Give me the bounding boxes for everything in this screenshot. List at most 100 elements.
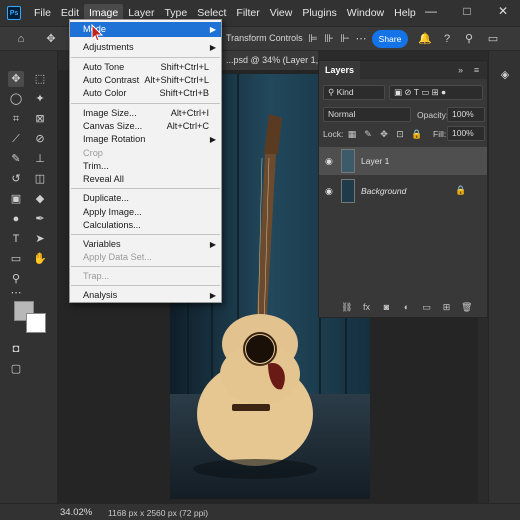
menu-separator — [71, 57, 220, 58]
filter-kind-value: Kind — [336, 87, 354, 97]
shape-icon[interactable]: ▭ — [8, 251, 24, 267]
menu-file[interactable]: File — [29, 4, 56, 22]
menu-item-calculations[interactable]: Calculations... — [70, 219, 221, 232]
magic-wand-icon[interactable]: ✦ — [32, 91, 48, 107]
lock-transparent-icon[interactable]: ▦ — [347, 129, 357, 139]
lock-position-icon[interactable]: ✥ — [379, 129, 389, 139]
collapse-icon[interactable]: » — [455, 65, 466, 76]
crop-icon[interactable]: ⌗ — [8, 111, 24, 127]
menu-separator — [71, 266, 220, 267]
menu-filter[interactable]: Filter — [231, 4, 264, 22]
menu-item-variables[interactable]: Variables ▶ — [70, 238, 221, 251]
zoom-level[interactable]: 34.02% — [60, 507, 92, 518]
filter-kind-select[interactable]: ⚲ Kind — [323, 85, 385, 100]
lock-artboard-icon[interactable]: ⊡ — [395, 129, 405, 139]
visibility-eye-icon[interactable]: ◉ — [325, 186, 335, 196]
menu-view[interactable]: View — [265, 4, 298, 22]
layers-panel-icon[interactable]: ◈ — [497, 67, 513, 83]
menu-window[interactable]: Window — [342, 4, 389, 22]
history-brush-icon[interactable]: ↺ — [8, 171, 24, 187]
screen-mode-icon[interactable]: ▢ — [8, 361, 24, 377]
layer-row-layer-1[interactable]: ◉ Layer 1 — [319, 147, 487, 175]
link-layers-icon[interactable]: ⛓ — [341, 302, 352, 313]
eyedropper-icon[interactable]: ⟋ — [8, 131, 24, 147]
menu-item-apply-data-set: Apply Data Set... — [83, 252, 152, 262]
menu-item-reveal-all[interactable]: Reveal All — [70, 173, 221, 186]
menu-item-duplicate[interactable]: Duplicate... — [70, 192, 221, 205]
background-color-swatch[interactable] — [26, 313, 46, 333]
brush-icon[interactable]: ✎ — [8, 151, 24, 167]
bell-icon[interactable]: 🔔 — [418, 32, 432, 46]
home-icon[interactable]: ⌂ — [14, 32, 28, 46]
healing-brush-icon[interactable]: ⊘ — [32, 131, 48, 147]
eraser-icon[interactable]: ◫ — [32, 171, 48, 187]
filter-buttons[interactable]: ▣ ⊘ T ▭ ⊞ ● — [389, 85, 483, 100]
lasso-icon[interactable]: ◯ — [8, 91, 24, 107]
distribute-icon[interactable]: ⋯ — [354, 32, 368, 46]
menu-separator — [71, 103, 220, 104]
move-tool-icon[interactable]: ✥ — [44, 32, 58, 46]
workspace-icon[interactable]: ▭ — [486, 32, 500, 46]
quick-mask-icon[interactable]: ◘ — [8, 341, 24, 357]
layers-tab[interactable]: Layers — [319, 61, 361, 79]
new-group-icon[interactable]: ▭ — [421, 302, 432, 313]
menu-item-auto-tone[interactable]: Auto Tone Shift+Ctrl+L — [70, 61, 221, 74]
lock-all-icon[interactable]: 🔒 — [411, 129, 422, 139]
menu-item-auto-contrast[interactable]: Auto Contrast Alt+Shift+Ctrl+L — [70, 74, 221, 87]
layers-panel: Layers » ≡ ⚲ Kind ▣ ⊘ T ▭ ⊞ ● Normal Opa… — [318, 60, 488, 318]
menu-item-canvas-size[interactable]: Canvas Size... Alt+Ctrl+C — [70, 120, 221, 133]
panel-menu-icon[interactable]: ≡ — [471, 65, 482, 76]
layer-thumbnail — [341, 149, 355, 173]
pen-icon[interactable]: ✒ — [32, 211, 48, 227]
menu-item-crop: Crop — [83, 148, 103, 158]
maximize-button[interactable]: □ — [450, 0, 484, 22]
transform-controls-label[interactable]: Transform Controls — [226, 33, 303, 43]
layer-name[interactable]: Layer 1 — [361, 156, 389, 166]
dodge-icon[interactable]: ● — [8, 211, 24, 227]
filter-icon: ⚲ — [328, 87, 337, 97]
image-menu-dropdown: Mode▶ Adjustments▶ Auto ToneShift+Ctrl+L… — [69, 19, 222, 303]
new-layer-icon[interactable]: ⊞ — [441, 302, 452, 313]
opacity-input[interactable]: 100% — [447, 107, 485, 122]
align-right-icon[interactable]: ⊩ — [338, 32, 352, 46]
align-center-icon[interactable]: ⊪ — [322, 32, 336, 46]
fx-icon[interactable]: fx — [361, 302, 372, 313]
blend-mode-select[interactable]: Normal — [323, 107, 411, 122]
menu-plugins[interactable]: Plugins — [297, 4, 341, 22]
gradient-icon[interactable]: ▣ — [8, 191, 24, 207]
lock-image-icon[interactable]: ✎ — [363, 129, 373, 139]
blur-icon[interactable]: ◆ — [32, 191, 48, 207]
layer-row-background[interactable]: ◉ Background 🔒 — [319, 177, 487, 205]
menu-item-analysis[interactable]: Analysis ▶ — [70, 289, 221, 302]
trash-icon[interactable]: 🗑 — [461, 302, 472, 313]
visibility-eye-icon[interactable]: ◉ — [325, 156, 335, 166]
type-icon[interactable]: T — [8, 231, 24, 247]
menu-item-image-rotation[interactable]: Image Rotation ▶ — [70, 133, 221, 146]
share-button[interactable]: Share — [372, 30, 408, 48]
frame-icon[interactable]: ⊠ — [32, 111, 48, 127]
help-icon[interactable]: ? — [440, 32, 454, 46]
mouse-pointer-icon — [91, 24, 104, 42]
menu-item-auto-color[interactable]: Auto Color Shift+Ctrl+B — [70, 87, 221, 100]
close-button[interactable]: ✕ — [486, 0, 520, 22]
menu-item-adjustments[interactable]: Adjustments ▶ — [70, 41, 221, 54]
fill-input[interactable]: 100% — [447, 126, 485, 141]
hand-icon[interactable]: ✋ — [32, 251, 48, 267]
align-left-icon[interactable]: ⊫ — [306, 32, 320, 46]
adjustment-layer-icon[interactable]: ◐ — [401, 302, 412, 313]
more-tools-icon[interactable]: ⋯ — [8, 285, 24, 301]
layer-name[interactable]: Background — [361, 186, 406, 196]
menu-item-apply-image[interactable]: Apply Image... — [70, 206, 221, 219]
path-select-icon[interactable]: ➤ — [32, 231, 48, 247]
menu-item-trim[interactable]: Trim... — [70, 160, 221, 173]
menu-item-image-size[interactable]: Image Size... Alt+Ctrl+I — [70, 107, 221, 120]
add-mask-icon[interactable]: ◙ — [381, 302, 392, 313]
minimize-button[interactable]: — — [414, 0, 448, 22]
document-tab[interactable]: ...psd @ 34% (Layer 1, RGB — [220, 51, 318, 70]
photoshop-logo: Ps — [7, 6, 21, 20]
move-icon[interactable]: ✥ — [8, 71, 24, 87]
document-info[interactable]: 1168 px x 2560 px (72 ppi) — [108, 508, 208, 518]
stamp-icon[interactable]: ⊥ — [32, 151, 48, 167]
marquee-icon[interactable]: ⬚ — [32, 71, 48, 87]
search-icon[interactable]: ⚲ — [462, 32, 476, 46]
